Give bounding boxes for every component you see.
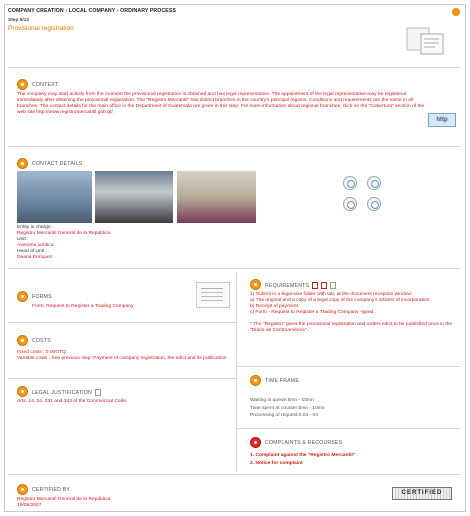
legal-title-text: LEGAL JUSTIFICATION (32, 389, 93, 396)
form-screenshot-icon (406, 27, 444, 55)
address-icon[interactable] (343, 176, 357, 190)
column-divider (236, 272, 237, 472)
certified-stamp: CERTIFIED (392, 487, 452, 500)
form-thumbnail[interactable] (196, 282, 230, 308)
breadcrumb: COMPANY CREATION › LOCAL COMPANY - ORDIN… (8, 8, 176, 14)
divider (8, 378, 236, 379)
certified-info: Registro Mercantil General de la Repúbli… (17, 497, 237, 509)
forms-icon (17, 291, 28, 302)
legal-title: LEGAL JUSTIFICATION (32, 389, 102, 396)
complaints-icon (250, 437, 261, 448)
head-value: Deana Enríquez (17, 254, 53, 260)
requirements-title: REQUIREMENTS (265, 282, 337, 289)
requirements-note: * The "Registro" gives the provisional r… (250, 321, 453, 333)
costs-text: Fixed costs : 0.00GTQ Variable costs : S… (17, 350, 229, 362)
contact-title: CONTACT DETAILS (32, 161, 83, 167)
timeframe-item: Waiting in queue:5mn - 10mn (250, 398, 314, 403)
variable-costs: Variable costs : See previous step: Paym… (17, 355, 227, 361)
contact-icon (17, 158, 28, 169)
website-link-icon[interactable]: http (428, 113, 456, 127)
requirement-item: a) The original and a copy of a legal co… (250, 297, 431, 303)
divider (8, 146, 460, 147)
complaint-link[interactable]: 2. Notice for complaint (250, 460, 456, 468)
complaint-link[interactable]: 1. Complaint against the "Registro Merca… (250, 452, 456, 460)
divider (8, 474, 460, 475)
context-title: CONTEXT (32, 82, 59, 88)
costs-title: COSTS (32, 338, 51, 344)
timeframe-item: Time spent at counter:5mn - 10mn (250, 405, 325, 411)
timeframe-list: Waiting in queue:5mn - 10mn Time spent a… (250, 397, 456, 420)
requirements-icon (250, 279, 261, 290)
timeframe-title: TIME FRAME (265, 378, 299, 384)
step-indicator: Step 6/12 (8, 18, 30, 23)
legal-text: Arts. 14, 24, 331 and 343 of the Commerc… (17, 399, 128, 404)
pdf-icon[interactable] (312, 282, 319, 289)
staff-desk-photo (177, 171, 256, 223)
forms-link[interactable]: Form: Request to Register a Trading Comp… (32, 304, 192, 310)
document-icon[interactable] (330, 282, 337, 289)
print-icon[interactable] (452, 8, 460, 16)
context-text: The company may start activity from the … (17, 92, 425, 115)
certified-title: CERTIFIED BY (32, 487, 71, 493)
document-icon[interactable] (95, 389, 102, 396)
complaints-title: COMPLAINTS & RECOURSES (265, 440, 343, 446)
certified-date: 19/09/2007 (17, 502, 42, 508)
page-title: Provisional registration (8, 25, 74, 32)
phone-icon[interactable] (367, 176, 381, 190)
forms-title: FORMS (32, 294, 52, 300)
page-header: COMPANY CREATION › LOCAL COMPANY - ORDIN… (8, 8, 388, 32)
hours-icon[interactable] (367, 197, 381, 211)
timeframe-item: Processing of request:0.04 - 04 (250, 413, 318, 418)
divider (236, 366, 460, 367)
legal-icon (17, 386, 28, 397)
divider (8, 268, 460, 269)
email-icon[interactable] (343, 197, 357, 211)
divider (8, 322, 236, 323)
requirement-item: c) Form - Request to Register a Trading … (250, 309, 375, 315)
costs-icon (17, 335, 28, 346)
complaints-list: 1. Complaint against the "Registro Merca… (250, 452, 456, 467)
pdf-icon[interactable] (321, 282, 328, 289)
divider (236, 428, 460, 429)
timeframe-icon (250, 375, 261, 386)
staff-group-photo (95, 171, 173, 223)
office-building-photo (17, 171, 92, 223)
contact-info: Entity in charge : Registro Mercantil Ge… (17, 225, 227, 260)
context-icon (17, 79, 28, 90)
requirements-title-text: REQUIREMENTS (265, 282, 310, 289)
divider (8, 67, 460, 68)
certified-icon (17, 484, 28, 495)
requirements-list: 1) Submit in a legal-size folder with ta… (250, 292, 456, 333)
